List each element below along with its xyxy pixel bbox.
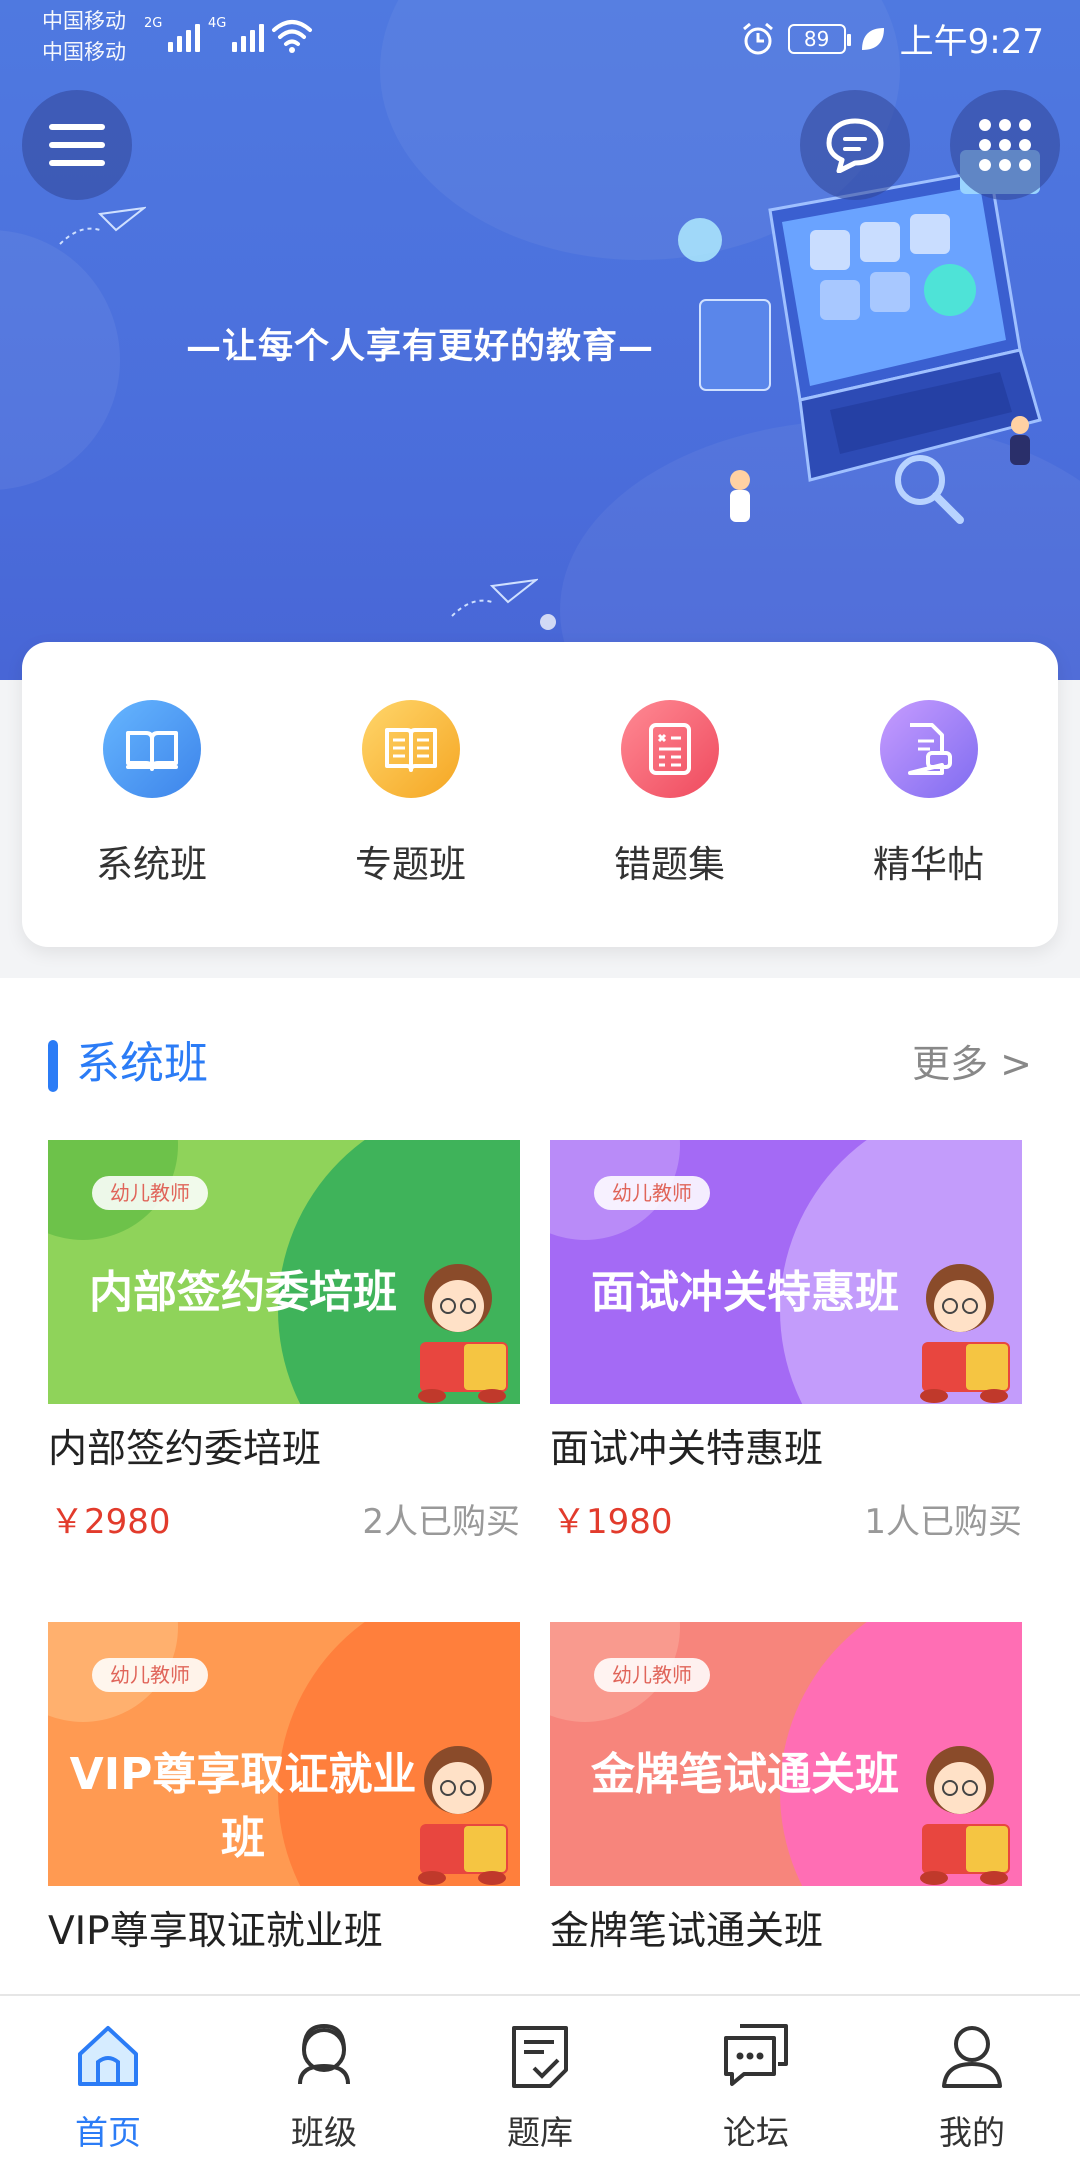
paper-plane-icon (451, 578, 538, 617)
carrier-2: 中国移动 (42, 40, 126, 64)
laptop-illustration (678, 150, 1042, 524)
course-card[interactable]: 幼儿教师 金牌笔试通关班 金牌笔试通关班 (550, 1622, 1022, 1956)
course-meta: ￥1980 1人已购买 (550, 1494, 1022, 1542)
reading-girl-illustration (920, 1746, 1010, 1885)
course-title: 内部签约委培班 (48, 1427, 322, 1472)
tab-label: 题库 (507, 2113, 573, 2152)
thumb-title: VIP尊享取证就业班 (69, 1749, 417, 1864)
course-tag: 幼儿教师 (92, 1658, 208, 1692)
message-button[interactable] (800, 90, 910, 200)
quick-nav-label: 专题班 (355, 843, 466, 886)
signal-strength-icon: 4G (208, 16, 265, 52)
home-icon (78, 2026, 138, 2086)
course-title: VIP尊享取证就业班 (48, 1909, 383, 1954)
signal-strength-icon: 2G (144, 16, 201, 52)
course-card[interactable]: 幼儿教师 VIP尊享取证就业班 VIP尊享取证就业班 (48, 1622, 520, 1956)
course-thumbnail: 幼儿教师 金牌笔试通关班 (550, 1622, 1022, 1886)
menu-button[interactable] (22, 90, 132, 200)
course-thumbnail: 幼儿教师 面试冲关特惠班 (550, 1140, 1022, 1404)
course-title: 面试冲关特惠班 (550, 1427, 824, 1472)
hero-banner[interactable]: —让每个人享有更好的教育— 中国移动 中国移动 2G 4G 89 上午9:27 (0, 0, 1080, 680)
course-thumbnail: 幼儿教师 VIP尊享取证就业班 (48, 1622, 520, 1886)
course-tag: 幼儿教师 (594, 1176, 710, 1210)
tab-label: 首页 (75, 2113, 141, 2152)
course-card[interactable]: 幼儿教师 内部签约委培班 内部签约委培班 ￥2980 2人已购买 (48, 1140, 520, 1542)
banner-slogan: —让每个人享有更好的教育— (186, 326, 655, 367)
chat-bubble-icon (826, 118, 884, 173)
forum-icon (724, 2024, 788, 2086)
tab-question-bank[interactable]: 题库 (432, 1996, 648, 2160)
quick-nav-label: 错题集 (614, 843, 725, 886)
thumb-title: 面试冲关特惠班 (591, 1267, 899, 1318)
question-bank-icon (512, 2026, 568, 2088)
course-buyers: 2人已购买 (362, 1502, 520, 1542)
open-book-icon (102, 700, 201, 798)
quick-nav-label: 精华帖 (873, 843, 984, 886)
carousel-indicator (540, 614, 556, 630)
profile-icon (942, 2026, 1002, 2088)
status-bar: 中国移动 中国移动 2G 4G 89 上午9:27 (0, 0, 1080, 72)
quick-nav-label: 系统班 (96, 843, 207, 886)
quick-nav-topic-class[interactable]: 专题班 (281, 642, 540, 947)
book-icon (361, 700, 460, 798)
tab-label: 我的 (939, 2113, 1005, 2152)
section-title: 系统班 (76, 1038, 208, 1089)
reading-girl-illustration (920, 1264, 1010, 1403)
quick-nav-featured-posts[interactable]: 精华帖 (799, 642, 1058, 947)
paper-plane-icon (59, 206, 146, 245)
tab-home[interactable]: 首页 (0, 1996, 216, 2160)
status-right: 89 上午9:27 (740, 14, 1044, 63)
reading-girl-illustration (418, 1264, 508, 1403)
carrier-labels: 中国移动 中国移动 (42, 6, 126, 68)
battery-indicator: 89 (787, 23, 851, 54)
carrier-1: 中国移动 (42, 9, 126, 33)
course-buyers: 1人已购买 (864, 1502, 1022, 1542)
course-price: ￥2980 (50, 1502, 171, 1542)
tab-forum[interactable]: 论坛 (648, 1996, 864, 2160)
clock: 上午9:27 (899, 22, 1044, 62)
alarm-icon (742, 22, 773, 54)
quick-nav-mistakes[interactable]: 错题集 (540, 642, 799, 947)
tab-classes[interactable]: 班级 (216, 1996, 432, 2160)
tab-label: 论坛 (723, 2113, 789, 2152)
course-card[interactable]: 幼儿教师 面试冲关特惠班 面试冲关特惠班 ￥1980 1人已购买 (550, 1140, 1022, 1542)
tab-profile[interactable]: 我的 (864, 1996, 1080, 2160)
course-section: 系统班 更多 > 幼儿教师 内部签约委培班 内部签约委培班 ￥2980 2人已购… (0, 978, 1080, 1998)
leaf-icon (861, 27, 884, 50)
section-header: 系统班 更多 > (48, 1034, 1032, 1094)
banner-decoration (0, 230, 120, 490)
class-icon (298, 2023, 350, 2085)
course-thumbnail: 幼儿教师 内部签约委培班 (48, 1140, 520, 1404)
course-tag: 幼儿教师 (92, 1176, 208, 1210)
document-edit-icon (879, 700, 978, 798)
course-price: ￥1980 (552, 1502, 673, 1542)
course-meta: ￥2980 2人已购买 (48, 1494, 520, 1542)
quick-nav-card: 系统班 专题班 错题集 精华帖 (22, 642, 1058, 947)
reading-girl-illustration (418, 1746, 508, 1885)
thumb-title: 内部签约委培班 (89, 1267, 397, 1318)
more-link[interactable]: 更多 > (912, 1034, 1032, 1094)
section-accent-bar (48, 1040, 58, 1092)
course-tag: 幼儿教师 (594, 1658, 710, 1692)
course-title: 金牌笔试通关班 (550, 1909, 824, 1954)
apps-grid-button[interactable] (950, 90, 1060, 200)
thumb-title: 金牌笔试通关班 (591, 1749, 899, 1800)
hamburger-icon (49, 124, 105, 166)
clipboard-icon (620, 700, 719, 798)
tab-label: 班级 (291, 2113, 357, 2152)
apps-grid-icon (979, 119, 1031, 171)
wifi-icon (272, 20, 312, 53)
bottom-tab-bar: 首页 班级 题库 论坛 我的 (0, 1994, 1080, 2160)
quick-nav-system-class[interactable]: 系统班 (22, 642, 281, 947)
